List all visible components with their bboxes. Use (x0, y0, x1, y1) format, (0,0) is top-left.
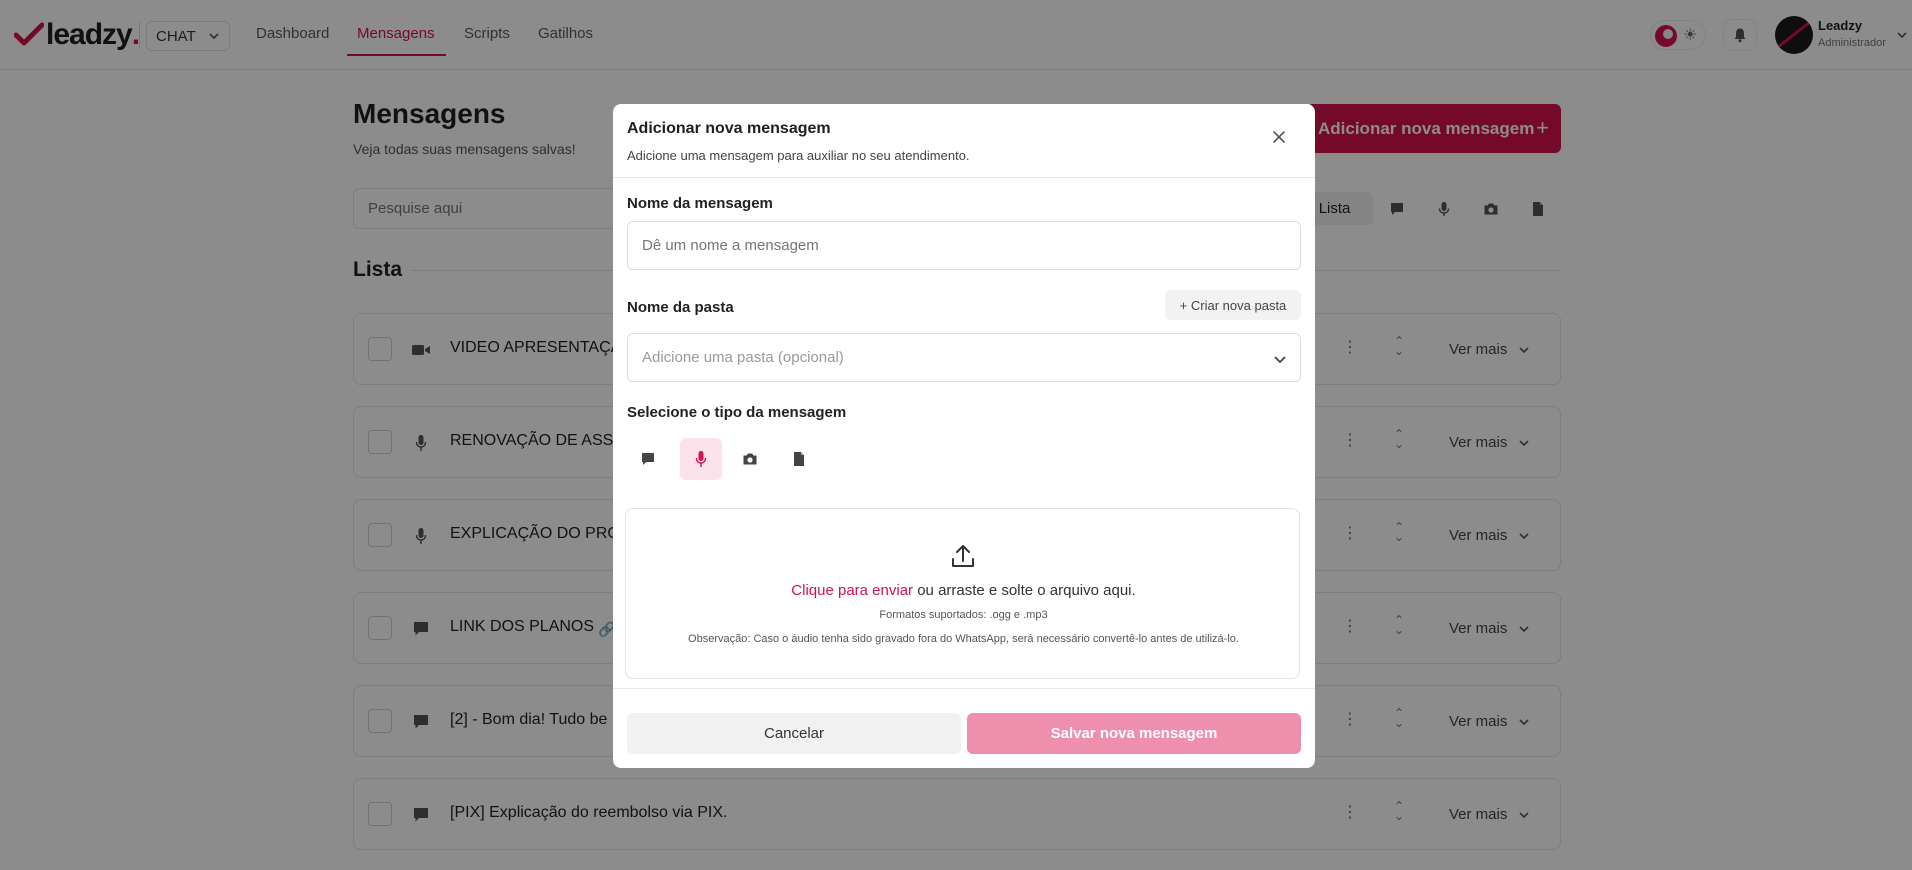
dropzone-instruction: Clique para enviar ou arraste e solte o … (626, 582, 1301, 599)
folder-name-label: Nome da pasta (627, 299, 734, 316)
modal-title: Adicionar nova mensagem (627, 120, 831, 137)
microphone-icon (695, 451, 707, 467)
close-icon[interactable] (1270, 128, 1288, 146)
click-to-upload-link[interactable]: Clique para enviar (791, 582, 913, 599)
message-name-label: Nome da mensagem (627, 195, 773, 212)
type-image-button[interactable] (729, 438, 771, 480)
chat-bubble-icon (642, 453, 654, 465)
type-text-button[interactable] (627, 438, 669, 480)
folder-select[interactable]: Adicione uma pasta (opcional) (627, 333, 1301, 382)
type-audio-button[interactable] (680, 438, 722, 480)
modal-subtitle: Adicione uma mensagem para auxiliar no s… (627, 148, 970, 163)
modal-header-divider (613, 177, 1315, 178)
dropzone-highlight: Clique para enviar ou arraste e solte o … (619, 502, 1306, 685)
type-document-button[interactable] (778, 438, 820, 480)
document-icon (794, 452, 804, 466)
folder-select-placeholder: Adicione uma pasta (opcional) (642, 349, 844, 366)
modal-footer-divider (613, 688, 1315, 689)
file-dropzone[interactable]: Clique para enviar ou arraste e solte o … (625, 508, 1300, 679)
supported-formats: Formatos suportados: .ogg e .mp3 (879, 609, 1048, 621)
cancel-button[interactable]: Cancelar (627, 713, 961, 754)
conversion-note: Observação: Caso o áudio tenha sido grav… (688, 633, 1239, 645)
save-message-button[interactable]: Salvar nova mensagem (967, 713, 1301, 754)
create-folder-button[interactable]: + Criar nova pasta (1165, 290, 1301, 320)
upload-icon (952, 545, 974, 567)
message-name-input[interactable] (627, 221, 1301, 270)
camera-icon (743, 453, 757, 465)
chevron-down-icon (1274, 356, 1286, 364)
message-type-label: Selecione o tipo da mensagem (627, 404, 847, 421)
dropzone-instruction-text: ou arraste e solte o arquivo aqui. (913, 582, 1136, 599)
